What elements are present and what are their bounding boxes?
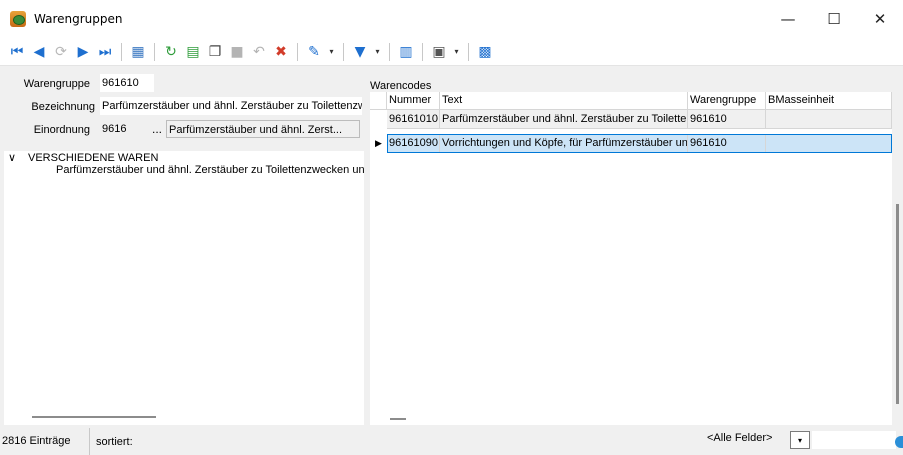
window-controls: — ☐ ✕ — [765, 0, 903, 38]
grid-header: Nummer Text Warengruppe BMasseinheit — [370, 92, 892, 110]
window-title: Warengruppen — [34, 12, 123, 26]
category-tree[interactable]: ∨ VERSCHIEDENE WAREN Parfümzerstäuber und… — [4, 151, 364, 413]
filter-dropdown-button[interactable]: ▾ — [790, 431, 810, 449]
toolbar-separator — [343, 42, 344, 61]
refresh-icon[interactable]: ↻ — [162, 43, 180, 61]
tree-node-verschiedene-waren[interactable]: ∨ VERSCHIEDENE WAREN — [4, 151, 158, 164]
sort-status: sortiert: — [96, 435, 133, 448]
column-header-warengruppe[interactable]: Warengruppe — [688, 92, 766, 110]
column-header-bmasseinheit[interactable]: BMasseinheit — [766, 92, 892, 110]
book-icon[interactable]: ▥ — [397, 43, 415, 61]
tree-node-label: VERSCHIEDENE WAREN — [28, 152, 159, 164]
warengruppen-window: Warengruppen — ☐ ✕ ⏮ ◀ ⟳ ▶ ⏭ ▦ ↻ ▤ ❐ ■ ↶ ✖ ✎ ▾ ▼ ▾ ▥ ▣ ▾ ▩ … — [0, 0, 903, 455]
toolbar-dropdown-arrow-icon[interactable]: ▾ — [373, 47, 382, 56]
warencodes-pane: Warencodes Nummer Text Warengruppe BMass… — [370, 68, 903, 425]
first-record-icon[interactable]: ⏮ — [8, 43, 26, 61]
search-input[interactable] — [812, 431, 896, 449]
toolbar-dropdown-arrow-icon[interactable]: ▾ — [327, 47, 336, 56]
table-row-selected[interactable]: ▶ 96161090 Vorrichtungen und Köpfe, für … — [370, 134, 892, 153]
warengruppe-field[interactable]: 961610 — [100, 74, 154, 92]
cell-bmasseinheit[interactable] — [766, 110, 892, 129]
scrollbar-thumb[interactable] — [32, 416, 156, 418]
app-icon — [10, 11, 26, 27]
next-record-icon[interactable]: ▶ — [74, 43, 92, 61]
einordnung-field[interactable]: 9616 — [100, 120, 146, 138]
current-row-arrow-icon: ▶ — [375, 138, 382, 148]
last-record-icon[interactable]: ⏭ — [96, 43, 114, 61]
copy-record-icon[interactable]: ❐ — [206, 43, 224, 61]
status-bar: 2816 Einträge sortiert: <Alle Felder> ▾ — [0, 428, 903, 455]
einordnung-text-field: Parfümzerstäuber und ähnl. Zerst... — [166, 120, 360, 138]
save-icon[interactable]: ■ — [228, 43, 246, 61]
bezeichnung-label: Bezeichnung — [31, 101, 95, 113]
cell-nummer[interactable]: 96161010 — [387, 110, 440, 129]
toolbar-separator — [422, 42, 423, 61]
row-indicator — [370, 110, 387, 129]
table-row[interactable]: 96161010 Parfümzerstäuber und ähnl. Zers… — [370, 110, 892, 129]
warencodes-grid[interactable]: Nummer Text Warengruppe BMasseinheit 961… — [370, 92, 892, 412]
search-icon[interactable] — [895, 436, 903, 448]
grid-horizontal-scrollbar[interactable] — [370, 412, 892, 425]
cell-bmasseinheit[interactable] — [766, 134, 892, 153]
cell-text[interactable]: Vorrichtungen und Köpfe, für Parfümzerst… — [440, 134, 688, 153]
detail-pane: Warengruppe 961610 Bezeichnung Parfümzer… — [0, 68, 366, 425]
einordnung-label: Einordnung — [33, 124, 90, 136]
bezeichnung-field[interactable]: Parfümzerstäuber und ähnl. Zerstäuber zu… — [100, 97, 362, 115]
print-icon[interactable]: ▣ — [430, 43, 448, 61]
column-header-text[interactable]: Text — [440, 92, 688, 110]
collapse-chevron-icon[interactable]: ∨ — [8, 151, 22, 164]
cell-text[interactable]: Parfümzerstäuber und ähnl. Zerstäuber zu… — [440, 110, 688, 129]
table-view-icon[interactable]: ▦ — [129, 43, 147, 61]
scrollbar-thumb[interactable] — [390, 418, 406, 420]
grid-vertical-scrollbar[interactable] — [892, 92, 903, 412]
toolbar-separator — [121, 42, 122, 61]
undo-icon[interactable]: ↶ — [250, 43, 268, 61]
toolbar-separator — [154, 42, 155, 61]
cell-warengruppe[interactable]: 961610 — [688, 134, 766, 153]
toolbar-dropdown-arrow-icon[interactable]: ▾ — [452, 47, 461, 56]
cell-warengruppe[interactable]: 961610 — [688, 110, 766, 129]
maximize-button[interactable]: ☐ — [811, 0, 857, 38]
tree-child-item[interactable]: Parfümzerstäuber und ähnl. Zerstäuber zu… — [56, 164, 364, 176]
field-filter-select[interactable]: <Alle Felder> — [707, 432, 772, 444]
header-indicator — [370, 92, 387, 110]
new-record-icon[interactable]: ▤ — [184, 43, 202, 61]
calculator-icon[interactable]: ▩ — [476, 43, 494, 61]
toolbar-separator — [389, 42, 390, 61]
pin-icon[interactable]: ✎ — [305, 43, 323, 61]
toolbar-separator — [468, 42, 469, 61]
minimize-button[interactable]: — — [765, 0, 811, 38]
column-header-nummer[interactable]: Nummer — [387, 92, 440, 110]
title-bar: Warengruppen — ☐ ✕ — [0, 0, 903, 38]
toolbar: ⏮ ◀ ⟳ ▶ ⏭ ▦ ↻ ▤ ❐ ■ ↶ ✖ ✎ ▾ ▼ ▾ ▥ ▣ ▾ ▩ — [0, 38, 903, 66]
tree-horizontal-scrollbar[interactable] — [4, 408, 364, 425]
scrollbar-thumb[interactable] — [896, 204, 899, 404]
search-record-icon[interactable]: ⟳ — [52, 43, 70, 61]
toolbar-separator — [297, 42, 298, 61]
record-count: 2816 Einträge — [0, 428, 90, 455]
previous-record-icon[interactable]: ◀ — [30, 43, 48, 61]
warencodes-label: Warencodes — [370, 80, 432, 92]
filter-icon[interactable]: ▼ — [351, 43, 369, 61]
delete-icon[interactable]: ✖ — [272, 43, 290, 61]
cell-nummer[interactable]: 96161090 — [387, 134, 440, 153]
warengruppe-label: Warengruppe — [23, 78, 90, 90]
close-button[interactable]: ✕ — [857, 0, 903, 38]
